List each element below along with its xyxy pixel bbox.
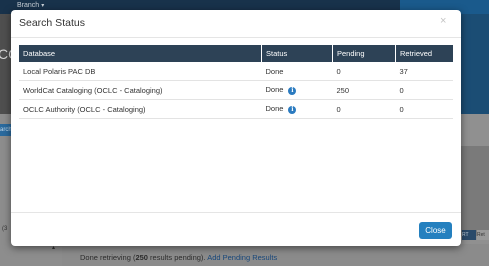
pending-cell: 0	[332, 99, 396, 119]
pending-cell: 0	[332, 62, 396, 81]
table-header-row: Database Status Pending Retrieved	[19, 45, 453, 62]
app-header-accent	[460, 14, 489, 114]
column-header-pending: Pending	[332, 45, 396, 62]
retrieval-status-text: Done retrieving (250 results pending). A…	[80, 253, 278, 262]
table-row: Local Polaris PAC DB Done 0 37	[19, 62, 453, 81]
retrieved-cell: 37	[395, 62, 453, 81]
database-cell: Local Polaris PAC DB	[19, 62, 262, 81]
database-cell: WorldCat Cataloging (OCLC - Cataloging)	[19, 80, 262, 100]
pending-cell: 250	[332, 80, 396, 100]
branch-selector[interactable]: Branch ▾	[17, 2, 44, 9]
dialog-footer: Close	[11, 212, 461, 247]
info-icon[interactable]: i	[288, 105, 297, 114]
add-pending-results-link[interactable]: Add Pending Results	[207, 253, 277, 262]
database-cell: OCLC Authority (OCLC - Cataloging)	[19, 99, 262, 119]
search-status-dialog: Search Status × Database Status Pending …	[11, 10, 461, 246]
column-header-retrieved: Retrieved	[395, 45, 453, 62]
dialog-body: Database Status Pending Retrieved Local …	[11, 38, 461, 210]
column-header-status: Status	[261, 45, 333, 62]
close-button[interactable]: Close	[419, 222, 452, 239]
table-row: WorldCat Cataloging (OCLC - Cataloging) …	[19, 80, 453, 100]
dialog-title: Search Status	[19, 17, 85, 29]
bg-retrieve-button[interactable]: Ret	[477, 230, 489, 240]
column-header-database: Database	[19, 45, 262, 62]
close-icon[interactable]: ×	[440, 15, 446, 27]
bg-toolbar-button[interactable]: RT	[462, 230, 476, 240]
search-status-table: Database Status Pending Retrieved Local …	[19, 45, 453, 119]
sidebar-count-label: (3	[2, 226, 8, 232]
dialog-header: Search Status ×	[11, 10, 461, 38]
status-cell: Done i	[261, 80, 333, 100]
status-cell: Done i	[261, 99, 333, 119]
info-icon[interactable]: i	[288, 86, 297, 95]
retrieved-cell: 0	[395, 80, 453, 100]
status-cell: Done	[261, 62, 333, 81]
table-row: OCLC Authority (OCLC - Cataloging) Done i…	[19, 99, 453, 119]
retrieved-cell: 0	[395, 99, 453, 119]
